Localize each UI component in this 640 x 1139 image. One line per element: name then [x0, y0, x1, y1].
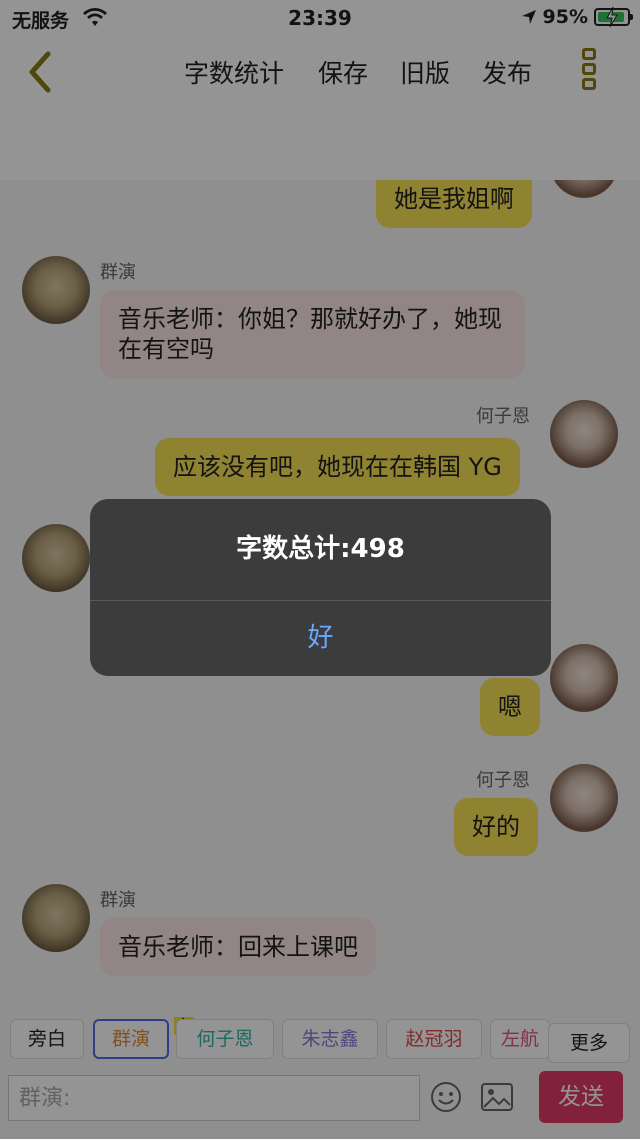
dialog-ok-button[interactable]: 好	[90, 601, 551, 676]
dialog-title: 字数总计:498	[236, 534, 405, 564]
word-count-dialog: 字数总计:498 好	[90, 499, 551, 676]
